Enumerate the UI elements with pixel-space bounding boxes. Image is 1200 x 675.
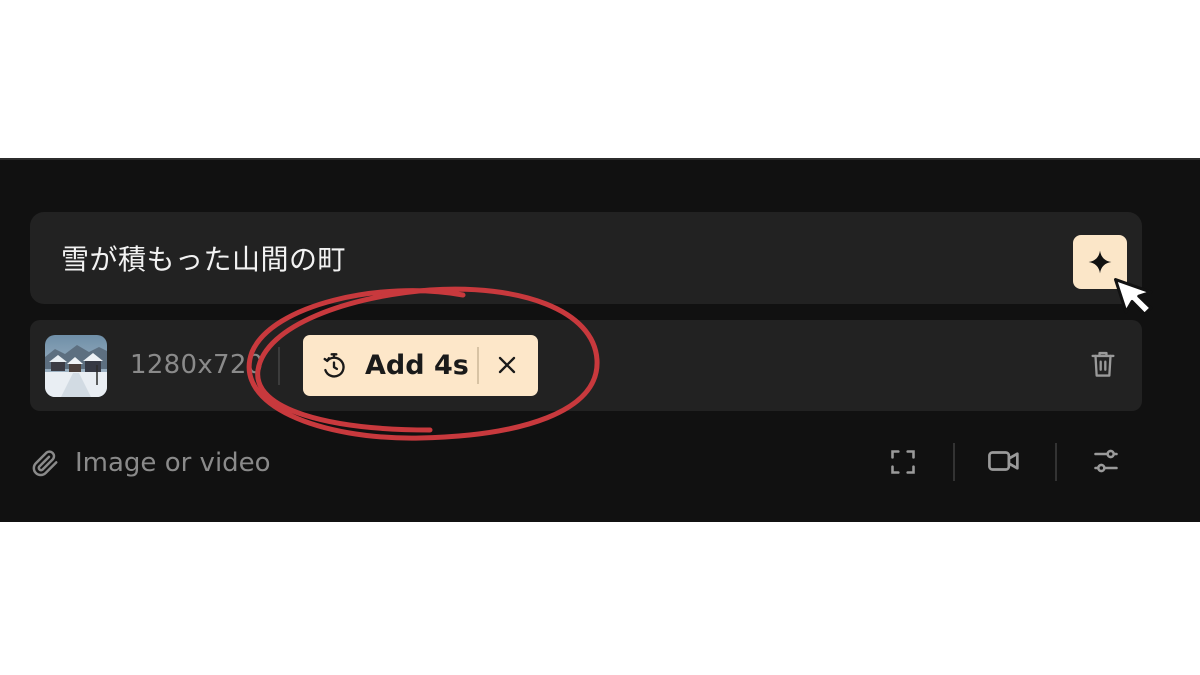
media-thumbnail[interactable] [45,335,107,397]
mouse-pointer-icon [1113,278,1153,316]
chip-label: Add 4s [365,350,469,381]
video-camera-icon[interactable] [987,446,1021,476]
attach-label: Image or video [75,448,271,478]
media-settings-row: 1280x720 Add 4s [30,320,1142,411]
resolution-label[interactable]: 1280x720 [130,350,264,380]
snowy-town-image [45,335,107,397]
chip-divider [477,347,479,384]
timer-icon [323,353,345,378]
prompt-input[interactable]: 雪が積もった山間の町 [30,212,1142,304]
trash-icon[interactable] [1089,349,1117,379]
sparkle-icon [1088,250,1112,274]
toolbar-divider [953,443,955,481]
sliders-icon[interactable] [1092,447,1120,475]
prompt-panel: 雪が積もった山間の町 1280x720 Add 4s Image or vide… [0,158,1200,522]
attach-media-button[interactable]: Image or video [30,444,430,484]
add-duration-chip[interactable]: Add 4s [303,335,538,396]
close-icon[interactable] [495,353,519,377]
divider [278,347,280,385]
paperclip-icon [32,450,58,477]
prompt-text[interactable]: 雪が積もった山間の町 [61,238,346,278]
fullscreen-icon[interactable] [889,448,917,476]
toolbar-divider [1055,443,1057,481]
